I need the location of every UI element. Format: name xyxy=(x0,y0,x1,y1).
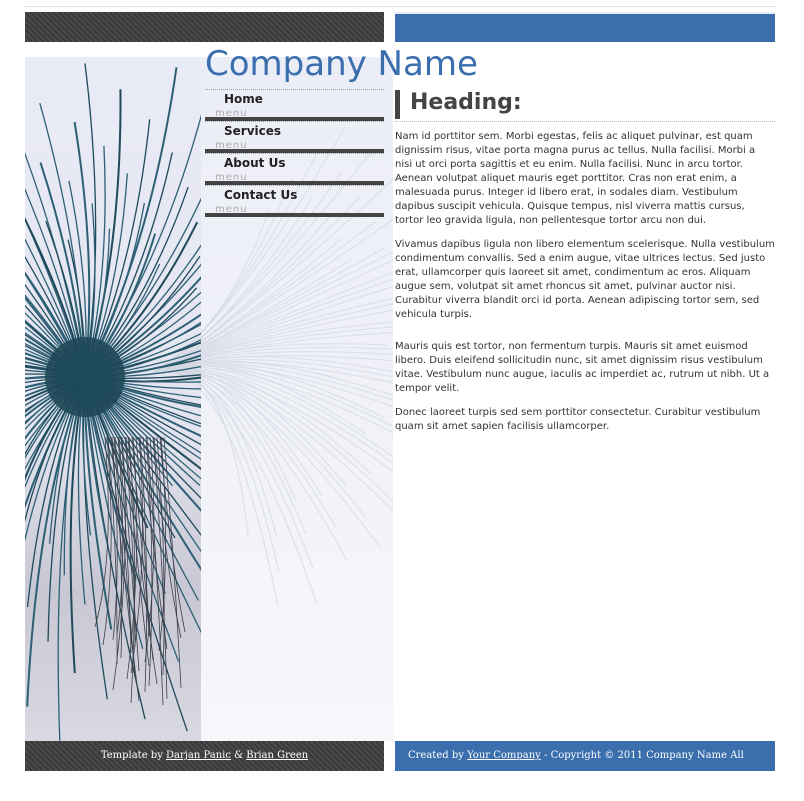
menu-item-services[interactable]: Services menu xyxy=(205,121,384,153)
menu-divider xyxy=(205,213,384,217)
header-bar-right xyxy=(395,12,775,42)
footer-credits: Template by Darjan Panic & Brian Green xyxy=(25,741,384,771)
paragraph: Vivamus dapibus ligula non libero elemen… xyxy=(395,239,775,320)
main-menu: Home menu Services menu About Us menu Co… xyxy=(205,89,384,217)
company-name: Company Name xyxy=(205,44,478,84)
footer-created-text: Created by xyxy=(408,750,468,761)
menu-item-label[interactable]: About Us xyxy=(224,156,285,170)
heading-accent-bar xyxy=(395,90,400,119)
menu-item-about-us[interactable]: About Us menu xyxy=(205,153,384,185)
top-divider xyxy=(25,6,775,7)
menu-item-home[interactable]: Home menu xyxy=(205,89,384,121)
paragraph: Donec laoreet turpis sed sem porttitor c… xyxy=(395,407,761,432)
content-heading-block: Heading: xyxy=(395,89,775,122)
menu-item-contact-us[interactable]: Contact Us menu xyxy=(205,185,384,217)
content-body: Nam id porttitor sem. Morbi egestas, fel… xyxy=(395,130,775,444)
author-link-darjan[interactable]: Darjan Panic xyxy=(166,750,231,761)
paragraph: Mauris quis est tortor, non fermentum tu… xyxy=(395,341,770,394)
company-link[interactable]: Your Company xyxy=(467,750,541,761)
paragraph: Nam id porttitor sem. Morbi egestas, fel… xyxy=(395,131,756,226)
footer-copyright: Created by Your Company - Copyright © 20… xyxy=(395,741,775,791)
footer-template-text: Template by xyxy=(100,750,167,761)
menu-item-label[interactable]: Home xyxy=(224,92,263,106)
menu-item-label[interactable]: Contact Us xyxy=(224,188,297,202)
page-heading: Heading: xyxy=(410,90,522,115)
header-bar-left xyxy=(25,12,384,42)
footer-amp: & xyxy=(230,750,247,761)
author-link-brian[interactable]: Brian Green xyxy=(246,750,308,761)
menu-item-label[interactable]: Services xyxy=(224,124,281,138)
